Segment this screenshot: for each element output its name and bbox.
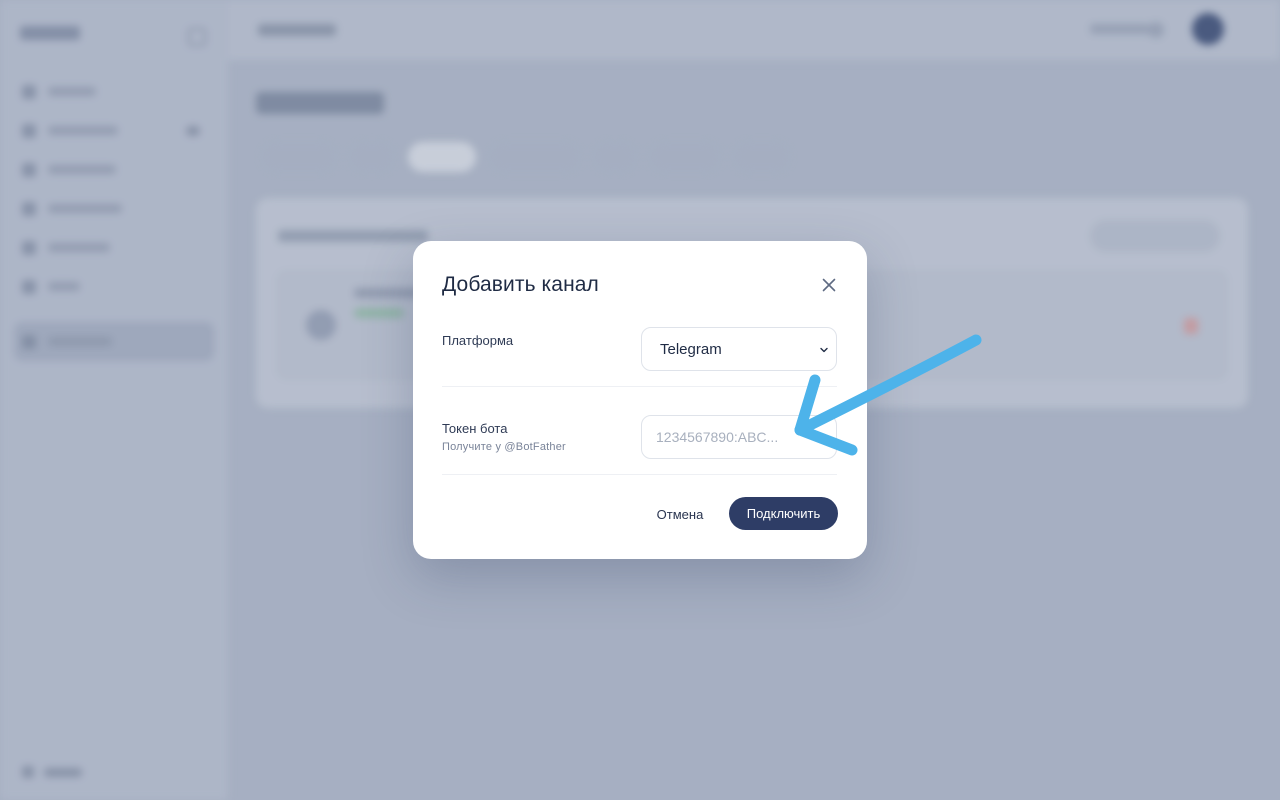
- platform-label: Платформа: [442, 333, 514, 348]
- token-input[interactable]: [641, 415, 837, 459]
- close-button[interactable]: [819, 275, 839, 295]
- add-channel-dialog: Добавить канал Платформа Telegram Токен …: [413, 241, 867, 559]
- token-label: Токен бота: [442, 421, 508, 436]
- platform-selected-value: Telegram: [660, 340, 722, 358]
- divider: [442, 386, 837, 387]
- chevron-down-icon: [820, 347, 828, 353]
- platform-select[interactable]: Telegram: [641, 327, 837, 371]
- connect-button[interactable]: Подключить: [729, 497, 838, 530]
- token-hint: Получите у @BotFather: [442, 441, 566, 453]
- cancel-button[interactable]: Отмена: [645, 503, 715, 525]
- close-icon: [822, 278, 836, 292]
- dialog-title: Добавить канал: [442, 273, 599, 296]
- divider: [442, 474, 837, 475]
